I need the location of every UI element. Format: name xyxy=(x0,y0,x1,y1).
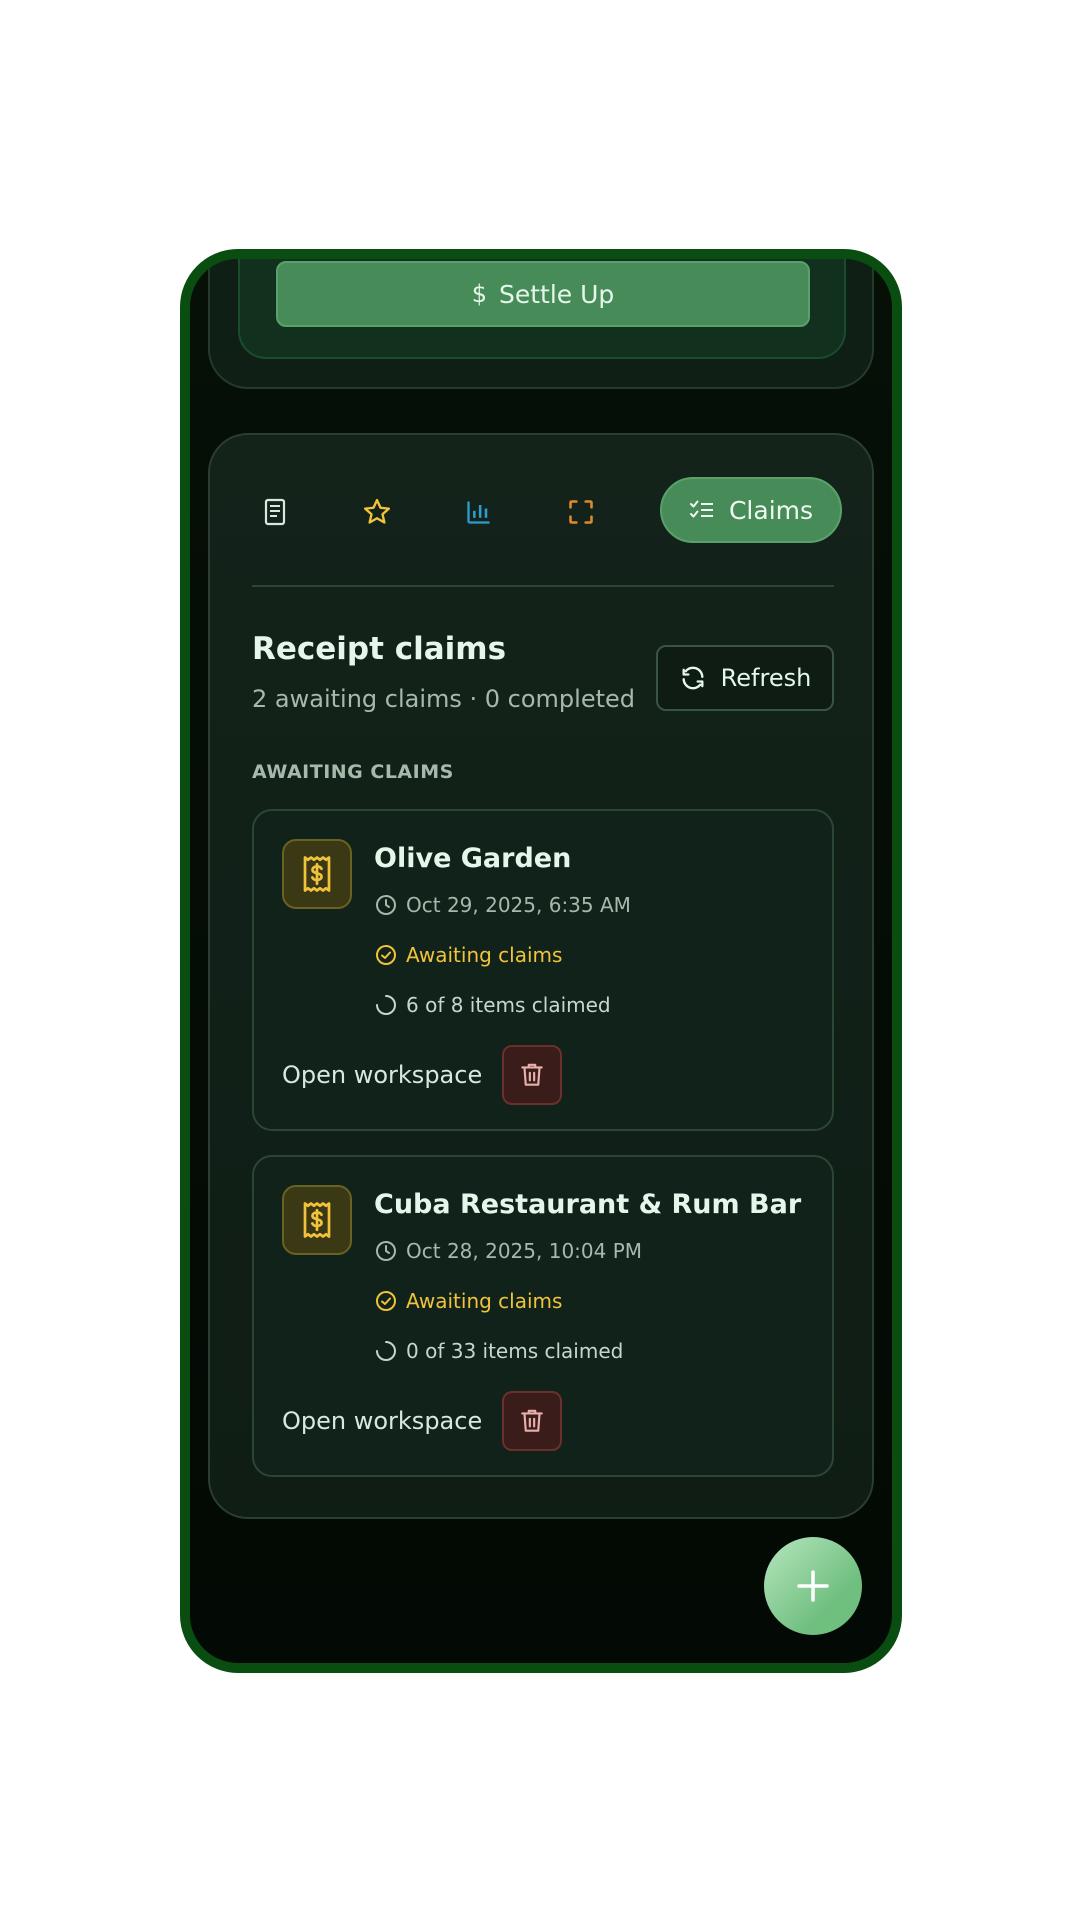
clock-icon xyxy=(376,1241,396,1261)
tab-claims-label: Claims xyxy=(728,495,814,525)
divider xyxy=(252,585,834,587)
refresh-label: Refresh xyxy=(720,664,812,692)
settle-up-label: Settle Up xyxy=(498,279,615,309)
checklist-icon xyxy=(689,500,713,518)
claim-progress: 0 of 33 items claimed xyxy=(406,1339,624,1363)
trash-icon xyxy=(521,1063,543,1086)
claims-panel: Claims Receipt claims 2 awaiting claims … xyxy=(208,433,874,1519)
claim-title: Olive Garden xyxy=(374,843,572,874)
awaiting-claims-header: AWAITING CLAIMS xyxy=(252,761,454,783)
claim-progress-row: 0 of 33 items claimed xyxy=(374,1339,623,1363)
claim-status: Awaiting claims xyxy=(406,943,563,967)
trash-icon xyxy=(521,1409,543,1432)
receipt-badge xyxy=(282,1185,352,1255)
check-circle-icon xyxy=(376,945,396,965)
refresh-icon xyxy=(682,666,704,690)
claim-progress-row: 6 of 8 items claimed xyxy=(374,993,611,1017)
receipt-dollar-icon xyxy=(303,1202,331,1238)
check-circle-icon xyxy=(376,1291,396,1311)
summary-card: $ Settle Up xyxy=(208,259,874,389)
tab-favorites[interactable] xyxy=(342,477,412,547)
clock-icon xyxy=(376,895,396,915)
claim-status-row: Awaiting claims xyxy=(374,1289,562,1313)
phone-frame: $ Settle Up Claims Receipt claims 2 awai… xyxy=(180,249,902,1673)
delete-button[interactable] xyxy=(502,1045,562,1105)
open-workspace-link[interactable]: Open workspace xyxy=(282,1407,482,1435)
claim-status-row: Awaiting claims xyxy=(374,943,562,967)
plus-icon xyxy=(797,1570,829,1602)
claims-summary: 2 awaiting claims · 0 completed xyxy=(252,685,636,713)
claim-date-row: Oct 28, 2025, 10:04 PM xyxy=(374,1239,642,1263)
progress-spinner-icon xyxy=(376,995,396,1015)
dollar-icon: $ xyxy=(471,280,487,308)
star-icon xyxy=(363,498,391,524)
claim-date-row: Oct 29, 2025, 6:35 AM xyxy=(374,893,631,917)
settle-up-button[interactable]: $ Settle Up xyxy=(276,261,810,327)
claim-title: Cuba Restaurant & Rum Bar xyxy=(374,1189,802,1220)
claim-card-cuba-restaurant[interactable]: Cuba Restaurant & Rum Bar Oct 28, 2025, … xyxy=(252,1155,834,1477)
delete-button[interactable] xyxy=(502,1391,562,1451)
refresh-button[interactable]: Refresh xyxy=(656,645,834,711)
open-workspace-link[interactable]: Open workspace xyxy=(282,1061,482,1089)
page-title: Receipt claims xyxy=(252,631,507,667)
receipt-icon xyxy=(264,498,286,526)
claim-progress: 6 of 8 items claimed xyxy=(406,993,611,1017)
tab-stats[interactable] xyxy=(444,477,514,547)
claim-card-olive-garden[interactable]: Olive Garden Oct 29, 2025, 6:35 AM Await… xyxy=(252,809,834,1131)
tab-claims[interactable]: Claims xyxy=(660,477,842,543)
tab-scan[interactable] xyxy=(546,477,616,547)
tab-bar: Claims xyxy=(240,477,842,547)
receipt-dollar-icon xyxy=(303,856,331,892)
scan-frame-icon xyxy=(569,500,593,524)
add-receipt-fab[interactable] xyxy=(764,1537,862,1635)
claim-date: Oct 29, 2025, 6:35 AM xyxy=(406,893,631,917)
tab-receipts[interactable] xyxy=(240,477,310,547)
summary-inner-panel: $ Settle Up xyxy=(238,259,846,359)
progress-spinner-icon xyxy=(376,1341,396,1361)
receipt-badge xyxy=(282,839,352,909)
bar-chart-icon xyxy=(467,501,490,524)
claim-date: Oct 28, 2025, 10:04 PM xyxy=(406,1239,643,1263)
claim-status: Awaiting claims xyxy=(406,1289,563,1313)
